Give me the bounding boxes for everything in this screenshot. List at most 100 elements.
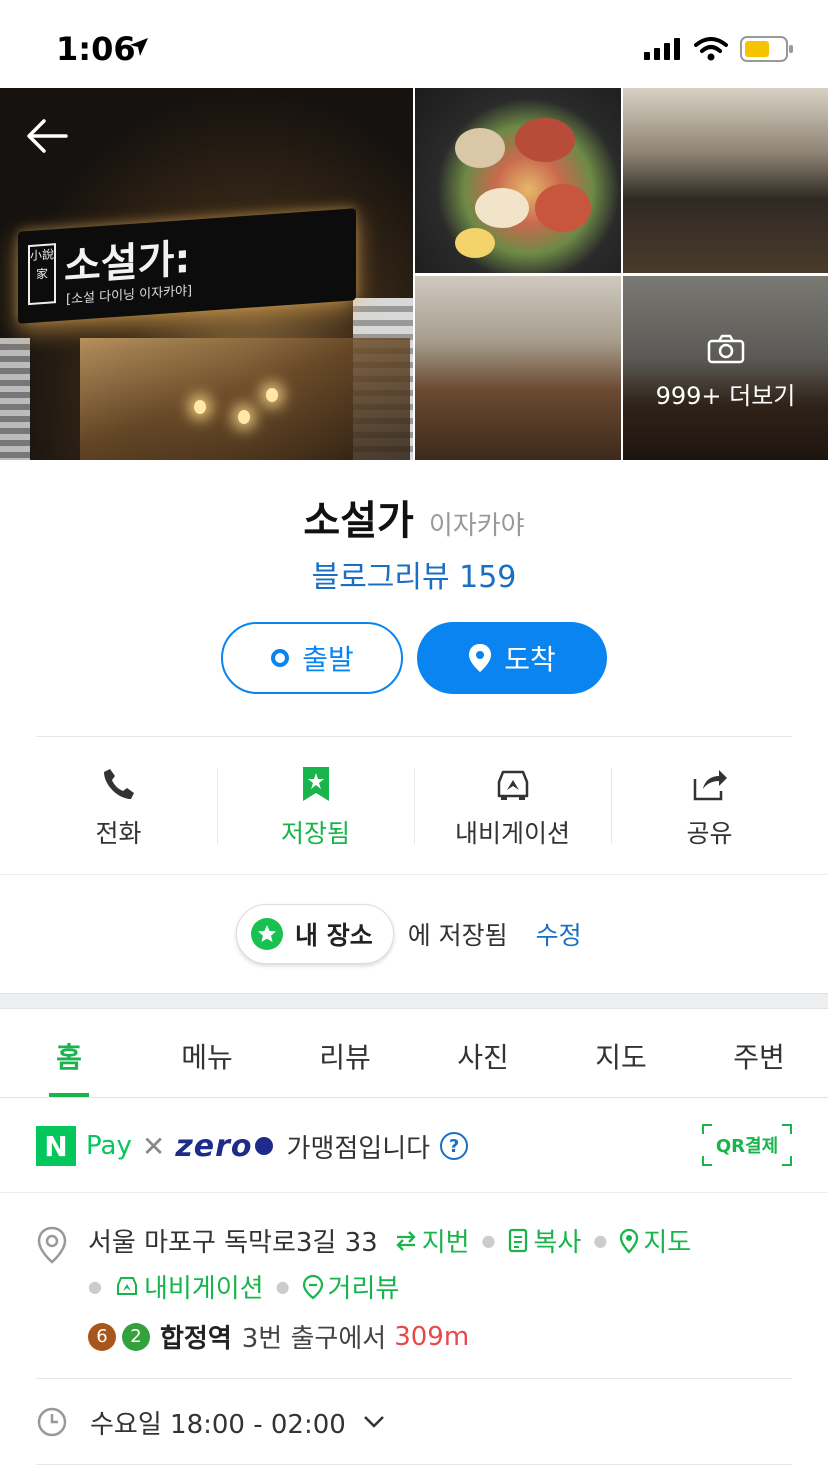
copy-link[interactable]: 복사 (508, 1222, 581, 1259)
car-navigation-icon (414, 766, 611, 802)
more-photos-label: 999+ 더보기 (655, 382, 796, 410)
separator-dot: ● (275, 1277, 290, 1296)
separator-dot: ● (88, 1277, 102, 1296)
more-photos-tile[interactable]: 999+ 더보기 (623, 276, 828, 460)
camera-icon (707, 334, 745, 368)
action-label: 내비게이션 (454, 819, 570, 848)
qr-corner (782, 1156, 792, 1166)
call-button[interactable]: 전화 (20, 766, 217, 848)
navigation-label: 내비게이션 (143, 1274, 264, 1304)
separator-dot: ● (593, 1231, 608, 1250)
location-arrow-icon (128, 36, 150, 62)
arrive-label: 도착 (504, 643, 556, 676)
edit-link[interactable]: 수정 (536, 916, 582, 952)
exit-text: 3번 출구에서 (241, 1324, 387, 1354)
pay-text: Pay (86, 1131, 132, 1161)
tab-nearby[interactable]: 주변 (690, 1010, 828, 1097)
qr-corner (702, 1124, 712, 1134)
arrive-button[interactable]: 도착 (417, 622, 607, 694)
back-arrow-icon[interactable] (24, 116, 70, 160)
tab-menu[interactable]: 메뉴 (138, 1010, 276, 1097)
qr-corner (782, 1124, 792, 1134)
zero-logo: zero (175, 1128, 253, 1164)
action-label: 저장됨 (280, 819, 350, 848)
star-icon (251, 918, 283, 950)
divider (0, 874, 828, 875)
subway-line-6-badge: 6 (88, 1322, 116, 1351)
map-pin-icon (469, 644, 492, 672)
food-photo[interactable] (415, 88, 621, 273)
clock-icon (37, 1407, 67, 1437)
my-place-label: 내 장소 (295, 921, 373, 950)
phone-icon (20, 766, 217, 802)
affiliate-text: 가맹점입니다 (286, 1133, 431, 1164)
storefront-photo[interactable]: 小說家 소설가: [소설 다이닝 이자카야] (0, 88, 413, 460)
place-title-row: 소설가 이자카야 (0, 488, 828, 546)
photo-gallery: 小說家 소설가: [소설 다이닝 이자카야] 999+ 더보기 (0, 88, 828, 460)
share-button[interactable]: 공유 (611, 766, 808, 848)
help-icon[interactable]: ? (440, 1132, 469, 1160)
saved-button[interactable]: 저장됨 (217, 766, 414, 848)
action-label: 공유 (686, 819, 733, 848)
address-line: 서울 마포구 독막로3길 33 지번 ● 복사 ● 지도 (88, 1222, 691, 1259)
status-indicators (644, 36, 794, 62)
interior-photo[interactable] (415, 276, 621, 460)
navigation-button[interactable]: 내비게이션 (414, 766, 611, 848)
action-bar: 전화 저장됨 내비게이션 공유 (20, 766, 808, 848)
photo-overlay (623, 276, 828, 460)
food-item (455, 228, 495, 258)
light-bulb (194, 400, 206, 414)
battery-icon (740, 36, 793, 62)
food-item (475, 188, 529, 228)
qr-corner (702, 1156, 712, 1166)
car-navigation-icon (116, 1276, 137, 1295)
tab-reviews[interactable]: 리뷰 (276, 1010, 414, 1097)
location-pin-icon (36, 1226, 68, 1268)
address-actions-line: ● 내비게이션 ● 거리뷰 (88, 1268, 399, 1305)
street-view-icon (302, 1274, 323, 1299)
light-bulb (266, 388, 278, 402)
map-label: 지도 (643, 1228, 692, 1258)
separator-dot: ● (481, 1231, 496, 1250)
bookmark-star-icon (217, 766, 414, 802)
address-navigation-link[interactable]: 내비게이션 (114, 1268, 264, 1305)
swap-icon (396, 1230, 416, 1251)
saved-text: 에 저장됨 (407, 921, 508, 950)
origin-dot-icon (271, 649, 290, 667)
tab-photos[interactable]: 사진 (414, 1010, 552, 1097)
tab-home[interactable]: 홈 (0, 1010, 138, 1097)
divider (36, 1464, 792, 1465)
my-place-chip[interactable]: 내 장소 (236, 904, 394, 964)
qr-pay-button[interactable]: QR결제 (702, 1124, 792, 1166)
chevron-down-icon[interactable] (362, 1414, 386, 1430)
food-item (515, 118, 575, 162)
map-link[interactable]: 지도 (619, 1222, 691, 1259)
street-view-link[interactable]: 거리뷰 (302, 1268, 400, 1305)
divider (0, 1192, 828, 1193)
depart-label: 출발 (302, 643, 354, 676)
hours-text: 수요일 18:00 - 02:00 (90, 1409, 346, 1440)
wifi-icon (694, 37, 728, 61)
tab-map[interactable]: 지도 (552, 1010, 690, 1097)
depart-button[interactable]: 출발 (221, 622, 403, 694)
divider (36, 736, 792, 737)
qr-pay-label: QR결제 (715, 1136, 779, 1157)
section-separator (0, 993, 828, 1009)
business-hours-row[interactable]: 수요일 18:00 - 02:00 (36, 1400, 792, 1444)
cellular-signal-icon (644, 38, 680, 60)
street-view-label: 거리뷰 (327, 1274, 400, 1304)
copy-icon (508, 1228, 527, 1252)
jibun-label: 지번 (421, 1228, 470, 1258)
jibun-link[interactable]: 지번 (394, 1222, 470, 1259)
sign-hanja: 小說家 (28, 243, 56, 306)
status-time: 1:06 (56, 30, 136, 68)
divider (36, 1378, 792, 1379)
distance: 309m (394, 1321, 470, 1352)
blog-review-link[interactable]: 블로그리뷰 159 (0, 552, 828, 596)
curtain (80, 338, 410, 460)
tab-bar: 홈 메뉴 리뷰 사진 지도 주변 (0, 1010, 828, 1098)
interior-photo[interactable] (623, 88, 828, 273)
zero-pay-dot-icon (254, 1137, 273, 1155)
subway-line: 6 2 합정역 3번 출구에서 309m (88, 1318, 469, 1355)
place-name: 소설가 (303, 498, 414, 544)
